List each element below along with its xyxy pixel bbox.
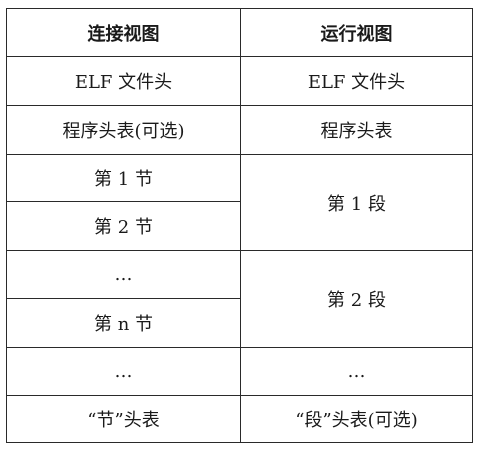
link-cell-program-header-table: 程序头表(可选) [6,105,241,155]
link-cell-section-header-table: “节”头表 [6,395,241,443]
table-row: ELF 文件头 ELF 文件头 [6,56,473,106]
table-row: … 第 2 段 [6,250,473,348]
run-cell-elf-header: ELF 文件头 [240,56,473,106]
run-cell-segment-2: 第 2 段 [240,250,473,348]
run-cell-segment-1: 第 1 段 [240,154,473,251]
elf-views-figure: 连接视图 运行视图 ELF 文件头 ELF 文件头 程序头表(可选) 程序头表 … [6,8,473,448]
table-row: 第 1 节 第 1 段 [6,154,473,251]
elf-views-table: 连接视图 运行视图 ELF 文件头 ELF 文件头 程序头表(可选) 程序头表 … [6,8,473,443]
run-cell-program-header-table: 程序头表 [240,105,473,155]
link-cell-elf-header: ELF 文件头 [6,56,241,106]
header-row: 连接视图 运行视图 [6,8,473,57]
run-cell-segment-header-table: “段”头表(可选) [240,395,473,443]
link-cell-ellipsis-2: … [6,347,241,396]
link-cell-section-n: 第 n 节 [6,298,241,348]
header-link-view: 连接视图 [6,8,241,57]
run-cell-ellipsis: … [240,347,473,396]
link-cell-section-2: 第 2 节 [6,201,241,251]
header-run-view: 运行视图 [240,8,473,57]
table-row: “节”头表 “段”头表(可选) [6,395,473,443]
link-cell-ellipsis-1: … [6,250,241,299]
table-row: 程序头表(可选) 程序头表 [6,105,473,155]
table-row: … … [6,347,473,396]
link-cell-section-1: 第 1 节 [6,154,241,202]
